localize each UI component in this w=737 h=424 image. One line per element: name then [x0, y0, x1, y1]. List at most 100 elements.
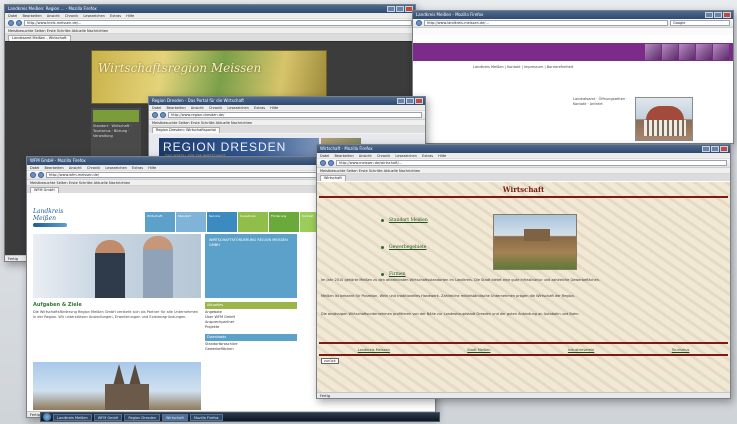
site-logo[interactable]: Landkreis Meißen	[33, 208, 67, 230]
address-bar[interactable]: http://www.region-dresden.de/	[168, 112, 422, 118]
window-titlebar[interactable]: Wirtschaft - Mozilla Firefox	[317, 145, 730, 153]
nav-tile[interactable]: Förderung	[269, 212, 299, 232]
footer-link[interactable]: Landkreis Meissen	[358, 348, 390, 352]
maximize-button[interactable]	[396, 6, 404, 12]
menu-item[interactable]: Hilfe	[270, 106, 278, 110]
back-arrow-icon[interactable]	[320, 160, 326, 166]
footer-link[interactable]: Stadt Meißen	[467, 348, 490, 352]
menu-item[interactable]: Ansicht	[191, 106, 204, 110]
paragraph: Die ansässigen Wirtschaftsunternehmen pr…	[321, 312, 580, 316]
back-arrow-icon[interactable]	[416, 20, 422, 26]
back-button[interactable]: zurück	[321, 358, 339, 364]
city-photo	[493, 214, 577, 270]
address-bar[interactable]: http://www.landkreis-meissen.de/...	[424, 20, 668, 26]
menu-item[interactable]: Hilfe	[126, 14, 134, 18]
window-titlebar[interactable]: Region Dresden - Das Portal für die Wirt…	[149, 97, 425, 105]
window-titlebar[interactable]: Landkreis Meißen: Region ... - Mozilla F…	[5, 5, 415, 13]
taskbar-item[interactable]: Wirtschaft	[162, 413, 188, 421]
back-arrow-icon[interactable]	[8, 20, 14, 26]
divider	[319, 342, 728, 344]
link-gewerbegebiete[interactable]: Gewerbegebiete	[381, 245, 428, 250]
menu-item[interactable]: Datei	[152, 106, 161, 110]
search-input[interactable]: Google	[670, 20, 730, 26]
sidebar-link[interactable]: Projekte	[205, 325, 297, 330]
back-arrow-icon[interactable]	[30, 172, 36, 178]
sidebar-link[interactable]: Gewerbeflächen	[205, 347, 297, 352]
taskbar-item[interactable]: WFM GmbH	[93, 413, 123, 421]
tab-strip: Wirtschaft	[317, 174, 730, 181]
menu-item[interactable]: Ansicht	[359, 154, 372, 158]
menu-item[interactable]: Lesezeichen	[395, 154, 417, 158]
footer-link[interactable]: Industrieverein	[568, 348, 594, 352]
body-text: Die Wirtschaftsförderung Region Meißen G…	[33, 310, 198, 319]
menu-item[interactable]: Lesezeichen	[83, 14, 105, 18]
menu-item[interactable]: Bearbeiten	[44, 166, 63, 170]
sidebar-text[interactable]: Standort · Wirtschaft · Tourismus · Bild…	[93, 124, 139, 139]
menu-item[interactable]: Lesezeichen	[105, 166, 127, 170]
menu-item[interactable]: Extras	[132, 166, 143, 170]
menu-item[interactable]: Lesezeichen	[227, 106, 249, 110]
minimize-button[interactable]	[702, 146, 710, 152]
menu-item[interactable]: Chronik	[87, 166, 100, 170]
menu-item[interactable]: Extras	[254, 106, 265, 110]
browser-window-purple[interactable]: Landkreis Meißen - Mozilla Firefox http:…	[412, 10, 734, 144]
minimize-button[interactable]	[397, 98, 405, 104]
banner-title: REGION DRESDEN	[163, 140, 287, 154]
forward-arrow-icon[interactable]	[160, 112, 166, 118]
nav-tile[interactable]: Service	[207, 212, 237, 232]
window-title: WFM GmbH - Mozilla Firefox	[30, 158, 86, 163]
address-bar[interactable]: http://www.meissen.de/wirtschaft/...	[336, 160, 727, 166]
menu-item[interactable]: Bearbeiten	[22, 14, 41, 18]
close-button[interactable]	[720, 146, 728, 152]
menu-item[interactable]: Bearbeiten	[334, 154, 353, 158]
page-content: Wirtschaft Standort Meißen Gewerbegebiet…	[317, 182, 730, 392]
menu-item[interactable]: Chronik	[65, 14, 78, 18]
menu-item[interactable]: Hilfe	[148, 166, 156, 170]
link-firmen[interactable]: Firmen	[381, 272, 428, 277]
sidebar-header: Downloads	[205, 334, 297, 341]
browser-tab[interactable]: Landesamt Meißen - Wirtschaft	[8, 35, 71, 41]
link-standort[interactable]: Standort Meißen	[381, 218, 428, 223]
close-button[interactable]	[723, 12, 731, 18]
address-bar[interactable]: http://www.kreis-meissen.de/...	[24, 20, 412, 26]
status-bar: Fertig	[317, 392, 730, 398]
minimize-button[interactable]	[705, 12, 713, 18]
close-button[interactable]	[415, 98, 423, 104]
browser-tab[interactable]: Region Dresden: Wirtschaftsportal	[152, 127, 220, 133]
forward-arrow-icon[interactable]	[16, 20, 22, 26]
top-navigation-links[interactable]: Landkreis Meißen | Kontakt | Impressum |…	[473, 65, 573, 69]
nav-tile[interactable]: Investoren	[238, 212, 268, 232]
page-title: Wirtschaft	[502, 185, 545, 194]
maximize-button[interactable]	[406, 98, 414, 104]
nav-tile[interactable]: Standort	[176, 212, 206, 232]
menu-item[interactable]: Chronik	[209, 106, 222, 110]
menu-item[interactable]: Datei	[8, 14, 17, 18]
nav-tile[interactable]: Wirtschaft	[145, 212, 175, 232]
menu-item[interactable]: Extras	[110, 14, 121, 18]
taskbar-item[interactable]: Landkreis Meißen	[53, 413, 92, 421]
forward-arrow-icon[interactable]	[38, 172, 44, 178]
menu-item[interactable]: Datei	[320, 154, 329, 158]
window-titlebar[interactable]: Landkreis Meißen - Mozilla Firefox	[413, 11, 733, 19]
main-navigation: Wirtschaft Standort Service Investoren F…	[145, 212, 330, 232]
minimize-button[interactable]	[387, 6, 395, 12]
menu-item[interactable]: Ansicht	[47, 14, 60, 18]
menu-item[interactable]: Hilfe	[438, 154, 446, 158]
browser-tab[interactable]: WFM GmbH	[30, 187, 59, 193]
maximize-button[interactable]	[711, 146, 719, 152]
start-orb-icon[interactable]	[43, 413, 51, 421]
menu-item[interactable]: Ansicht	[69, 166, 82, 170]
taskbar-item[interactable]: Region Dresden	[124, 413, 161, 421]
menu-item[interactable]: Bearbeiten	[166, 106, 185, 110]
back-arrow-icon[interactable]	[152, 112, 158, 118]
footer-link[interactable]: Tourismus	[672, 348, 690, 352]
menu-item[interactable]: Chronik	[377, 154, 390, 158]
menu-item[interactable]: Datei	[30, 166, 39, 170]
menu-item[interactable]: Extras	[422, 154, 433, 158]
browser-window-wirtschaft[interactable]: Wirtschaft - Mozilla Firefox Datei Bearb…	[316, 144, 731, 399]
header-thumbnails	[645, 44, 729, 60]
browser-tab[interactable]: Wirtschaft	[320, 175, 346, 181]
taskbar-item[interactable]: Mozilla Firefox	[189, 413, 223, 421]
maximize-button[interactable]	[714, 12, 722, 18]
forward-arrow-icon[interactable]	[328, 160, 334, 166]
